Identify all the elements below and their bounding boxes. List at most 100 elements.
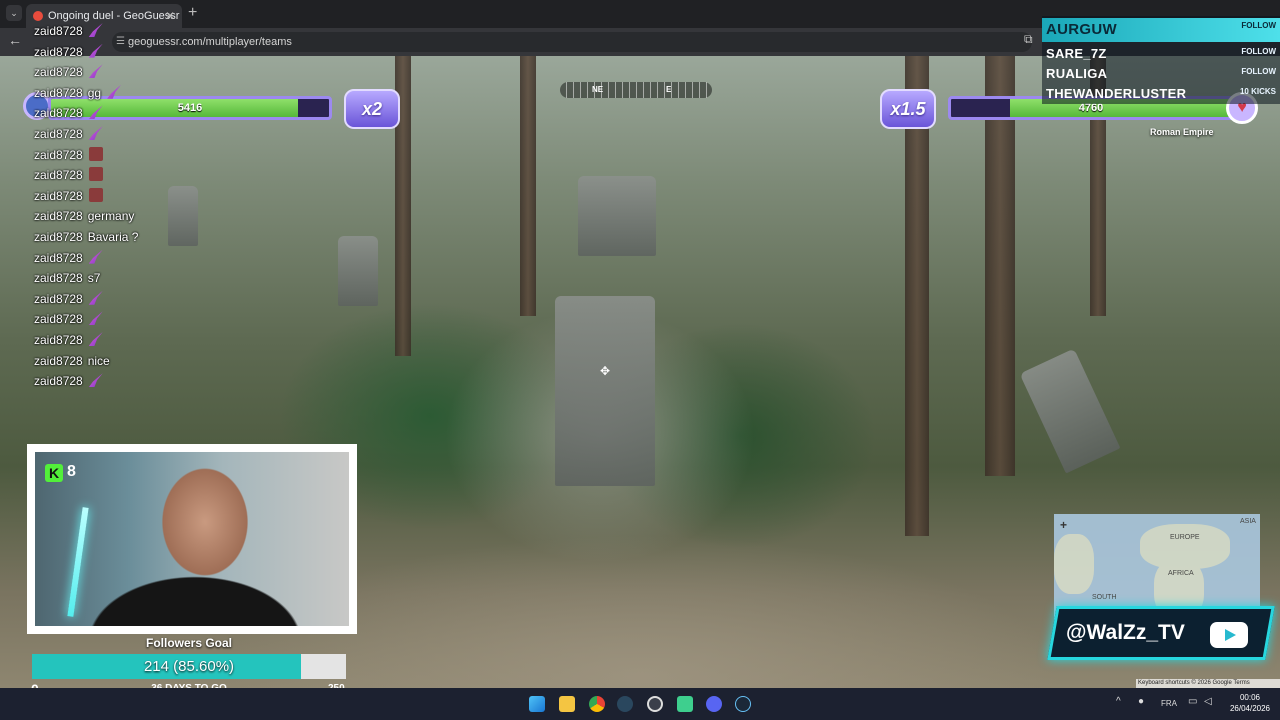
webcam-video: K 8 bbox=[35, 452, 349, 626]
box-emote-icon bbox=[88, 187, 103, 202]
chat-message: zaid8728 bbox=[34, 290, 103, 308]
chat-message: zaid8728 bbox=[34, 249, 103, 267]
event-row: SARE_7Z FOLLOW bbox=[1042, 44, 1280, 64]
tree-trunk bbox=[520, 56, 536, 316]
feather-emote-icon bbox=[88, 373, 103, 388]
feather-emote-icon bbox=[88, 311, 103, 326]
start-menu-icon[interactable] bbox=[529, 696, 545, 712]
app-icon[interactable] bbox=[677, 696, 693, 712]
event-type: FOLLOW bbox=[1241, 21, 1276, 30]
feather-emote-icon bbox=[88, 249, 103, 264]
chat-text: nice bbox=[87, 353, 110, 368]
feather-emote-icon bbox=[88, 64, 103, 79]
event-name: SARE_7Z bbox=[1046, 46, 1107, 61]
chat-message: zaid8728 bbox=[34, 125, 103, 143]
event-type: FOLLOW bbox=[1241, 67, 1276, 76]
event-type: 10 KICKS bbox=[1239, 87, 1276, 96]
chat-message: zaid8728 gg bbox=[34, 84, 122, 102]
volume-icon[interactable]: ◁ bbox=[1204, 696, 1212, 707]
chat-message: zaid8728 bbox=[34, 104, 103, 122]
headstone bbox=[338, 236, 378, 306]
opponent-team-name: Roman Empire bbox=[1150, 127, 1214, 137]
chrome-icon[interactable] bbox=[589, 696, 605, 712]
file-explorer-icon[interactable] bbox=[559, 696, 575, 712]
network-icon[interactable]: ▭ bbox=[1188, 696, 1197, 707]
chat-username: zaid8728 bbox=[34, 250, 83, 265]
chat-username: zaid8728 bbox=[34, 230, 83, 244]
chat-username: zaid8728 bbox=[34, 353, 83, 368]
chat-text: gg bbox=[87, 85, 102, 100]
compass-ticks bbox=[560, 82, 712, 98]
tab-search-icon[interactable]: ⌄ bbox=[6, 5, 22, 21]
chat-message: zaid8728 germany bbox=[34, 207, 134, 225]
compass-e-label: E bbox=[666, 85, 672, 94]
map-attribution[interactable]: Keyboard shortcuts © 2026 Google Terms bbox=[1136, 679, 1280, 688]
map-landmass bbox=[1054, 534, 1094, 594]
input-language[interactable]: FRA bbox=[1161, 699, 1177, 708]
chat-text: germany bbox=[87, 209, 135, 224]
kick-viewer-count: 8 bbox=[67, 463, 76, 480]
chat-username: zaid8728 bbox=[34, 374, 83, 389]
microphone-icon[interactable]: ● bbox=[1138, 696, 1144, 707]
chat-username: zaid8728 bbox=[34, 312, 83, 327]
event-name: THEWANDERLUSTER bbox=[1046, 86, 1187, 101]
chat-username: zaid8728 bbox=[34, 188, 83, 203]
chat-message: zaid8728 nice bbox=[34, 352, 110, 370]
feather-emote-icon bbox=[88, 126, 103, 140]
team-right-multiplier: x1.5 bbox=[880, 89, 936, 129]
feather-emote-icon bbox=[107, 84, 122, 99]
map-label: EUROPE bbox=[1170, 534, 1200, 541]
clock-time: 00:06 bbox=[1239, 693, 1261, 702]
cast-icon[interactable]: ⧉ bbox=[1024, 32, 1033, 47]
chat-message: zaid8728 bbox=[34, 310, 103, 328]
event-row: THEWANDERLUSTER 10 KICKS bbox=[1042, 84, 1280, 104]
move-cursor-icon: ✥ bbox=[600, 364, 611, 378]
back-button[interactable]: ← bbox=[8, 32, 22, 48]
steam-icon[interactable] bbox=[617, 696, 633, 712]
chat-username: zaid8728 bbox=[34, 65, 83, 80]
clock[interactable]: 00:06 26/04/2026 bbox=[1228, 692, 1272, 714]
chat-message: zaid8728 bbox=[34, 146, 103, 164]
tab-title: Ongoing duel - GeoGuessr bbox=[48, 10, 180, 22]
led-light bbox=[67, 507, 89, 617]
chat-message: zaid8728 bbox=[34, 166, 103, 184]
chat-message: zaid8728 bbox=[34, 187, 103, 205]
map-zoom-in-button[interactable]: + bbox=[1060, 518, 1067, 532]
settings-icon[interactable] bbox=[647, 696, 663, 712]
chat-message: zaid8728 s7 bbox=[34, 269, 100, 287]
discord-icon[interactable] bbox=[706, 696, 722, 712]
chat-username: zaid8728 bbox=[34, 44, 83, 59]
social-handle: @WalZz_TV bbox=[1066, 621, 1185, 644]
headstone bbox=[1019, 348, 1121, 474]
show-hidden-icons-icon[interactable]: ^ bbox=[1116, 696, 1121, 707]
box-emote-icon bbox=[88, 167, 103, 182]
box-emote-icon bbox=[88, 146, 103, 161]
chat-username: zaid8728 bbox=[34, 291, 83, 306]
event-name: AURGUW bbox=[1046, 21, 1117, 38]
address-bar[interactable]: ☰ geoguessr.com/multiplayer/teams bbox=[112, 32, 1032, 52]
compass-ne-label: NE bbox=[592, 85, 604, 94]
headstone bbox=[555, 296, 655, 486]
new-tab-button[interactable]: + bbox=[188, 4, 197, 22]
chat-username: zaid8728 bbox=[34, 127, 83, 141]
screen: ⌄ Ongoing duel - GeoGuessr ✕ + ← ☰ geogu… bbox=[0, 0, 1280, 720]
clock-date: 26/04/2026 bbox=[1229, 704, 1271, 713]
windows-taskbar: ^ ● FRA ▭ ◁ 00:06 26/04/2026 bbox=[0, 688, 1280, 720]
headstone bbox=[168, 186, 198, 246]
compass[interactable]: NE E bbox=[560, 82, 712, 98]
youtube-icon bbox=[1210, 622, 1248, 648]
webcam-frame: K 8 bbox=[27, 444, 357, 634]
tab-close-icon[interactable]: ✕ bbox=[165, 4, 175, 28]
chat-username: zaid8728 bbox=[34, 24, 83, 38]
chat-message: zaid8728 bbox=[34, 331, 103, 349]
goal-progress-text: 214 (85.60%) bbox=[143, 658, 235, 675]
chat-username: zaid8728 bbox=[34, 106, 83, 121]
geoguessr-favicon-icon bbox=[33, 11, 43, 21]
chat-username: zaid8728 bbox=[34, 147, 83, 162]
steam-icon[interactable] bbox=[735, 696, 751, 712]
chat-username: zaid8728 bbox=[34, 333, 83, 347]
chat-message: zaid8728 bbox=[34, 22, 103, 40]
map-label: AFRICA bbox=[1168, 570, 1194, 577]
chat-message: zaid8728 bbox=[34, 63, 103, 81]
kick-logo-icon: K bbox=[45, 464, 63, 482]
